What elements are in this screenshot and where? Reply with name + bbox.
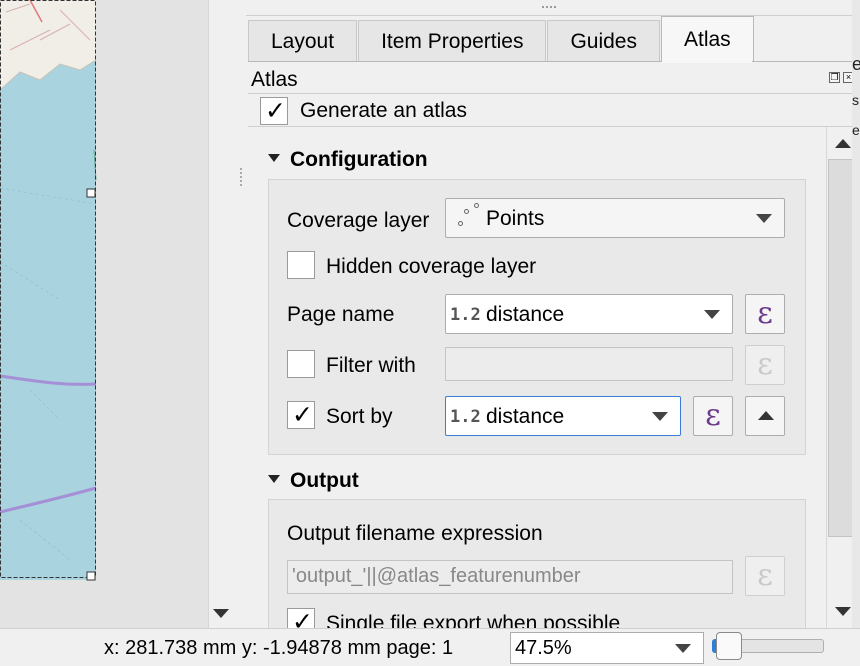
configuration-title: Configuration xyxy=(290,148,428,171)
panel-title: Atlas xyxy=(251,68,298,91)
check-icon: ✓ xyxy=(292,607,313,628)
status-bar: x: 281.738 mm y: -1.94878 mm page: 1 47.… xyxy=(0,628,860,666)
map-canvas[interactable] xyxy=(0,0,208,628)
active-tab-gap xyxy=(662,61,752,63)
filter-with-label: Filter with xyxy=(326,354,416,377)
chevron-down-icon xyxy=(756,214,772,223)
hidden-coverage-label: Hidden coverage layer xyxy=(326,255,537,278)
scroll-up-icon[interactable] xyxy=(835,139,851,148)
chevron-down-icon xyxy=(675,644,691,653)
map-vertical-scrollbar[interactable] xyxy=(208,0,234,628)
output-header[interactable]: Output xyxy=(268,469,359,493)
tab-item-properties[interactable]: Item Properties xyxy=(358,20,547,62)
single-file-label: Single file export when possible xyxy=(326,612,621,628)
generate-atlas-label: Generate an atlas xyxy=(300,99,467,122)
sort-by-combo[interactable]: 1.2 distance xyxy=(445,396,681,436)
zoom-slider-handle[interactable] xyxy=(716,632,742,660)
atlas-settings-scroll-area[interactable]: Configuration Coverage layer Points Hidd… xyxy=(248,127,826,628)
tab-guides[interactable]: Guides xyxy=(547,20,660,62)
output-group: Output filename expression 'output_'||@a… xyxy=(268,499,806,628)
sort-ascending-icon xyxy=(758,411,774,420)
page-name-combo[interactable]: 1.2 distance xyxy=(445,294,733,334)
map-image xyxy=(0,0,208,628)
layout-dock-panel: Layout Item Properties Guides Atlas Atla… xyxy=(246,0,860,628)
filter-with-checkbox[interactable] xyxy=(287,350,315,378)
sort-ascending-button[interactable] xyxy=(745,396,785,436)
configuration-group: Coverage layer Points Hidden coverage la… xyxy=(268,179,806,455)
tab-underline xyxy=(248,61,858,62)
page-name-value: distance xyxy=(486,303,565,326)
output-filename-expression-button[interactable]: ε xyxy=(745,556,785,596)
page-name-label: Page name xyxy=(287,303,395,326)
zoom-value: 47.5% xyxy=(515,637,572,659)
dock-drag-bar[interactable] xyxy=(246,0,860,16)
hidden-coverage-checkbox[interactable] xyxy=(287,251,315,279)
output-filename-input[interactable]: 'output_'||@atlas_featurenumber xyxy=(287,560,733,594)
point-layer-icon xyxy=(456,203,480,229)
chevron-down-icon xyxy=(652,412,668,421)
coverage-layer-label: Coverage layer xyxy=(287,209,430,232)
chevron-down-icon xyxy=(704,310,720,319)
output-filename-label: Output filename expression xyxy=(287,522,543,545)
collapse-triangle-icon xyxy=(268,475,280,484)
numeric-field-icon: 1.2 xyxy=(450,305,481,325)
sort-by-value: distance xyxy=(486,405,565,428)
sort-expression-button[interactable]: ε xyxy=(693,396,733,436)
configuration-header[interactable]: Configuration xyxy=(268,148,428,172)
dock-buttons: ❐ × xyxy=(829,72,854,83)
single-file-checkbox[interactable]: ✓ xyxy=(287,607,315,628)
coverage-layer-value: Points xyxy=(486,207,545,230)
check-icon: ✓ xyxy=(265,96,286,125)
generate-atlas-row: ✓ Generate an atlas xyxy=(248,93,858,127)
cursor-coordinates: x: 281.738 mm y: -1.94878 mm page: 1 xyxy=(104,637,454,659)
filter-expression-button[interactable]: ε xyxy=(745,345,785,385)
generate-atlas-checkbox[interactable]: ✓ xyxy=(260,96,288,125)
drag-grip[interactable] xyxy=(542,6,556,8)
splitter-grip[interactable] xyxy=(240,168,242,186)
tab-bar: Layout Item Properties Guides Atlas xyxy=(248,16,755,62)
sort-by-checkbox[interactable]: ✓ xyxy=(287,400,315,429)
coverage-layer-combo[interactable]: Points xyxy=(445,198,785,238)
collapse-triangle-icon xyxy=(268,154,280,163)
check-icon: ✓ xyxy=(292,400,313,429)
splitter[interactable] xyxy=(234,0,246,628)
background-window-edge: e s e xyxy=(852,0,860,628)
tab-layout[interactable]: Layout xyxy=(248,20,358,62)
filter-expression-input[interactable] xyxy=(445,347,733,381)
zoom-combo[interactable]: 47.5% xyxy=(510,632,704,664)
sort-by-label: Sort by xyxy=(326,405,393,428)
tab-atlas[interactable]: Atlas xyxy=(661,16,754,62)
scroll-down-icon[interactable] xyxy=(213,609,229,618)
scroll-down-icon[interactable] xyxy=(835,607,851,616)
numeric-field-icon: 1.2 xyxy=(450,407,481,427)
page-name-expression-button[interactable]: ε xyxy=(745,294,785,334)
float-icon[interactable]: ❐ xyxy=(829,72,840,83)
output-title: Output xyxy=(290,469,359,492)
